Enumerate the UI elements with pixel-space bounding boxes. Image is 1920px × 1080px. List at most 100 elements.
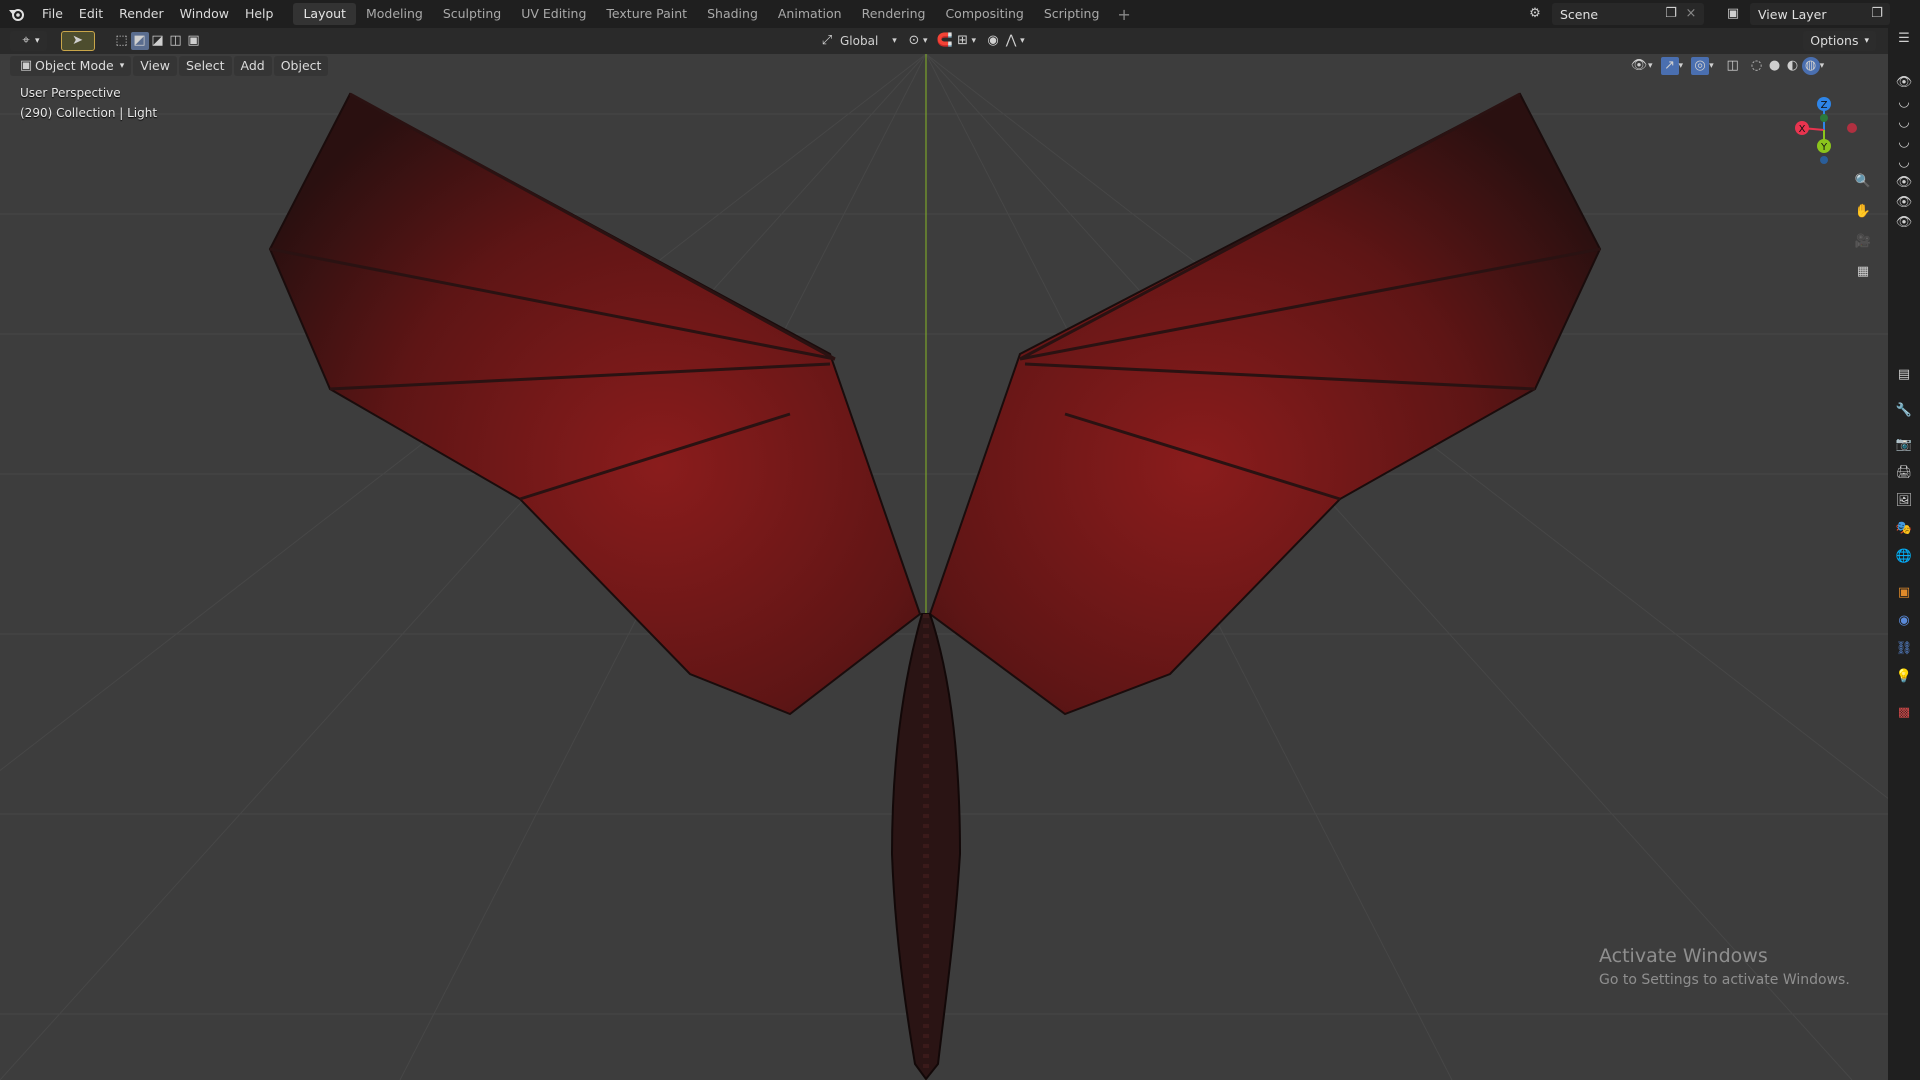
falloff-icon[interactable]: ⋀ xyxy=(1002,32,1020,50)
material-shading-icon[interactable]: ◐ xyxy=(1784,57,1802,75)
view-layer-name: View Layer xyxy=(1758,6,1827,22)
scene-properties-icon[interactable]: 🎭 xyxy=(1895,520,1913,538)
menu-add[interactable]: Add xyxy=(233,56,272,76)
constraint-properties-icon[interactable]: ⛓ xyxy=(1895,640,1913,658)
proportional-edit-icon[interactable]: ◉ xyxy=(984,32,1002,50)
texture-properties-icon[interactable]: ▩ xyxy=(1895,704,1913,722)
xray-icon[interactable]: ◫ xyxy=(1724,57,1742,75)
tab-modeling[interactable]: Modeling xyxy=(356,3,433,25)
tab-uv-editing[interactable]: UV Editing xyxy=(511,3,596,25)
view-layer-icon[interactable]: ▣ xyxy=(1724,5,1742,23)
menu-file[interactable]: File xyxy=(34,3,71,25)
editor-type-button[interactable]: ⌖ ▾ xyxy=(10,31,47,51)
menu-object[interactable]: Object xyxy=(273,56,329,76)
tab-scripting[interactable]: Scripting xyxy=(1034,3,1110,25)
outliner-icon[interactable]: ☰ xyxy=(1895,30,1913,48)
eye-closed-icon[interactable]: ◡ xyxy=(1895,94,1913,112)
gizmo-neg-z[interactable] xyxy=(1820,156,1828,164)
camera-view-button[interactable]: 🎥 xyxy=(1849,228,1877,256)
gizmo-neg-x[interactable] xyxy=(1847,123,1857,133)
eye-closed-icon[interactable]: ◡ xyxy=(1895,134,1913,152)
add-workspace-button[interactable]: + xyxy=(1109,5,1138,24)
tab-shading[interactable]: Shading xyxy=(697,3,768,25)
select-mode-group: ⬚ ◩ ◪ ◫ ▣ xyxy=(113,32,203,50)
view-layer-properties-icon[interactable]: 🖼 xyxy=(1895,492,1913,510)
mode-selector[interactable]: ▣ Object Mode ▾ xyxy=(10,56,132,76)
navigation-gizmo[interactable]: Z X Y xyxy=(1780,90,1870,170)
scene-selector[interactable]: Scene ❐ × xyxy=(1552,3,1704,25)
gizmo-y-label: Y xyxy=(1820,142,1828,153)
view-layer-selector[interactable]: View Layer ❐ xyxy=(1750,3,1890,25)
gizmo-neg-y[interactable] xyxy=(1820,114,1828,122)
pivot-point-icon[interactable]: ⊙ xyxy=(905,32,923,50)
output-properties-icon[interactable]: 🖨 xyxy=(1895,464,1913,482)
menu-select[interactable]: Select xyxy=(178,56,232,76)
tab-rendering[interactable]: Rendering xyxy=(852,3,936,25)
tab-sculpting[interactable]: Sculpting xyxy=(433,3,511,25)
chevron-down-icon: ▾ xyxy=(971,36,977,46)
eye-icon[interactable]: 👁 xyxy=(1895,214,1913,232)
eye-icon[interactable]: 👁 xyxy=(1895,174,1913,192)
eye-icon[interactable]: 👁 xyxy=(1895,194,1913,212)
mode-label: Object Mode xyxy=(35,58,114,73)
transform-orientation[interactable]: ⤢ Global ▾ xyxy=(818,32,897,50)
tab-texture-paint[interactable]: Texture Paint xyxy=(596,3,697,25)
cursor-select-icon: ➤ xyxy=(72,33,83,48)
gizmo-toggle-icon[interactable]: ↗ xyxy=(1660,57,1679,75)
visibility-icon[interactable]: 👁 xyxy=(1630,57,1648,75)
rendered-shading-icon[interactable]: ◍ xyxy=(1801,57,1820,75)
tab-layout[interactable]: Layout xyxy=(293,3,356,25)
chevron-down-icon: ▾ xyxy=(892,36,897,46)
select-intersect-icon[interactable]: ▣ xyxy=(185,32,203,50)
close-icon[interactable]: × xyxy=(1682,5,1700,23)
viewport-scene xyxy=(0,54,1888,1080)
menu-edit[interactable]: Edit xyxy=(71,3,111,25)
tab-compositing[interactable]: Compositing xyxy=(935,3,1033,25)
snap-icon[interactable]: 🧲 xyxy=(936,32,954,50)
properties-editor-icon[interactable]: ▤ xyxy=(1895,366,1913,384)
grid-icon: ▦ xyxy=(1856,264,1870,279)
options-button[interactable]: Options ▾ xyxy=(1803,31,1876,51)
menu-view[interactable]: View xyxy=(133,56,177,76)
copy-scene-icon[interactable]: ❐ xyxy=(1662,5,1680,23)
menu-window[interactable]: Window xyxy=(172,3,237,25)
menu-render[interactable]: Render xyxy=(111,3,172,25)
copy-view-layer-icon[interactable]: ❐ xyxy=(1868,5,1886,23)
object-data-properties-icon[interactable]: 💡 xyxy=(1895,668,1913,686)
physics-properties-icon[interactable]: ◉ xyxy=(1895,612,1913,630)
solid-shading-icon[interactable]: ● xyxy=(1766,57,1784,75)
blender-logo-icon[interactable] xyxy=(0,0,34,28)
eye-closed-icon[interactable]: ◡ xyxy=(1895,154,1913,172)
tab-animation[interactable]: Animation xyxy=(768,3,852,25)
select-invert-icon[interactable]: ◫ xyxy=(167,32,185,50)
render-properties-icon[interactable]: 📷 xyxy=(1895,436,1913,454)
wireframe-shading-icon[interactable]: ◌ xyxy=(1748,57,1766,75)
overlays-icon[interactable]: ◎ xyxy=(1691,57,1710,75)
workspace-tabs: Layout Modeling Sculpting UV Editing Tex… xyxy=(293,0,1138,28)
zoom-icon: 🔍 xyxy=(1854,174,1872,189)
viewport-header: ▣ Object Mode ▾ View Select Add Object 👁… xyxy=(0,54,1888,78)
select-extend-icon[interactable]: ◩ xyxy=(130,32,149,50)
tool-header: ⌖ ▾ ➤ ⬚ ◩ ◪ ◫ ▣ ⤢ Global ▾ ⊙ ▾ 🧲 ⊞ ▾ ◉ ⋀ ▾ O… xyxy=(0,28,1888,54)
eye-icon[interactable]: 👁 xyxy=(1895,74,1913,92)
chevron-down-icon: ▾ xyxy=(1864,36,1869,46)
collection-info: (290) Collection | Light xyxy=(20,106,158,120)
eye-closed-icon[interactable]: ◡ xyxy=(1895,114,1913,132)
tool-properties-icon[interactable]: 🔧 xyxy=(1895,402,1913,420)
zoom-button[interactable]: 🔍 xyxy=(1849,168,1877,196)
select-tool-button[interactable]: ➤ xyxy=(60,31,95,51)
chevron-down-icon: ▾ xyxy=(1020,36,1025,46)
scene-name: Scene xyxy=(1560,6,1599,22)
object-properties-icon[interactable]: ▣ xyxy=(1895,584,1913,602)
scene-icon[interactable]: ⚙ xyxy=(1526,5,1544,23)
select-subtract-icon[interactable]: ◪ xyxy=(149,32,167,50)
select-new-icon[interactable]: ⬚ xyxy=(113,32,131,50)
snap-target-icon[interactable]: ⊞ xyxy=(954,32,972,50)
options-label: Options xyxy=(1810,33,1859,48)
pan-button[interactable]: ✋ xyxy=(1849,198,1877,226)
world-properties-icon[interactable]: 🌐 xyxy=(1895,548,1913,566)
activate-windows-subtitle: Go to Settings to activate Windows. xyxy=(1599,972,1850,988)
3d-viewport[interactable]: User Perspective (290) Collection | Ligh… xyxy=(0,54,1888,1080)
perspective-toggle-button[interactable]: ▦ xyxy=(1849,258,1877,286)
menu-help[interactable]: Help xyxy=(237,3,282,25)
